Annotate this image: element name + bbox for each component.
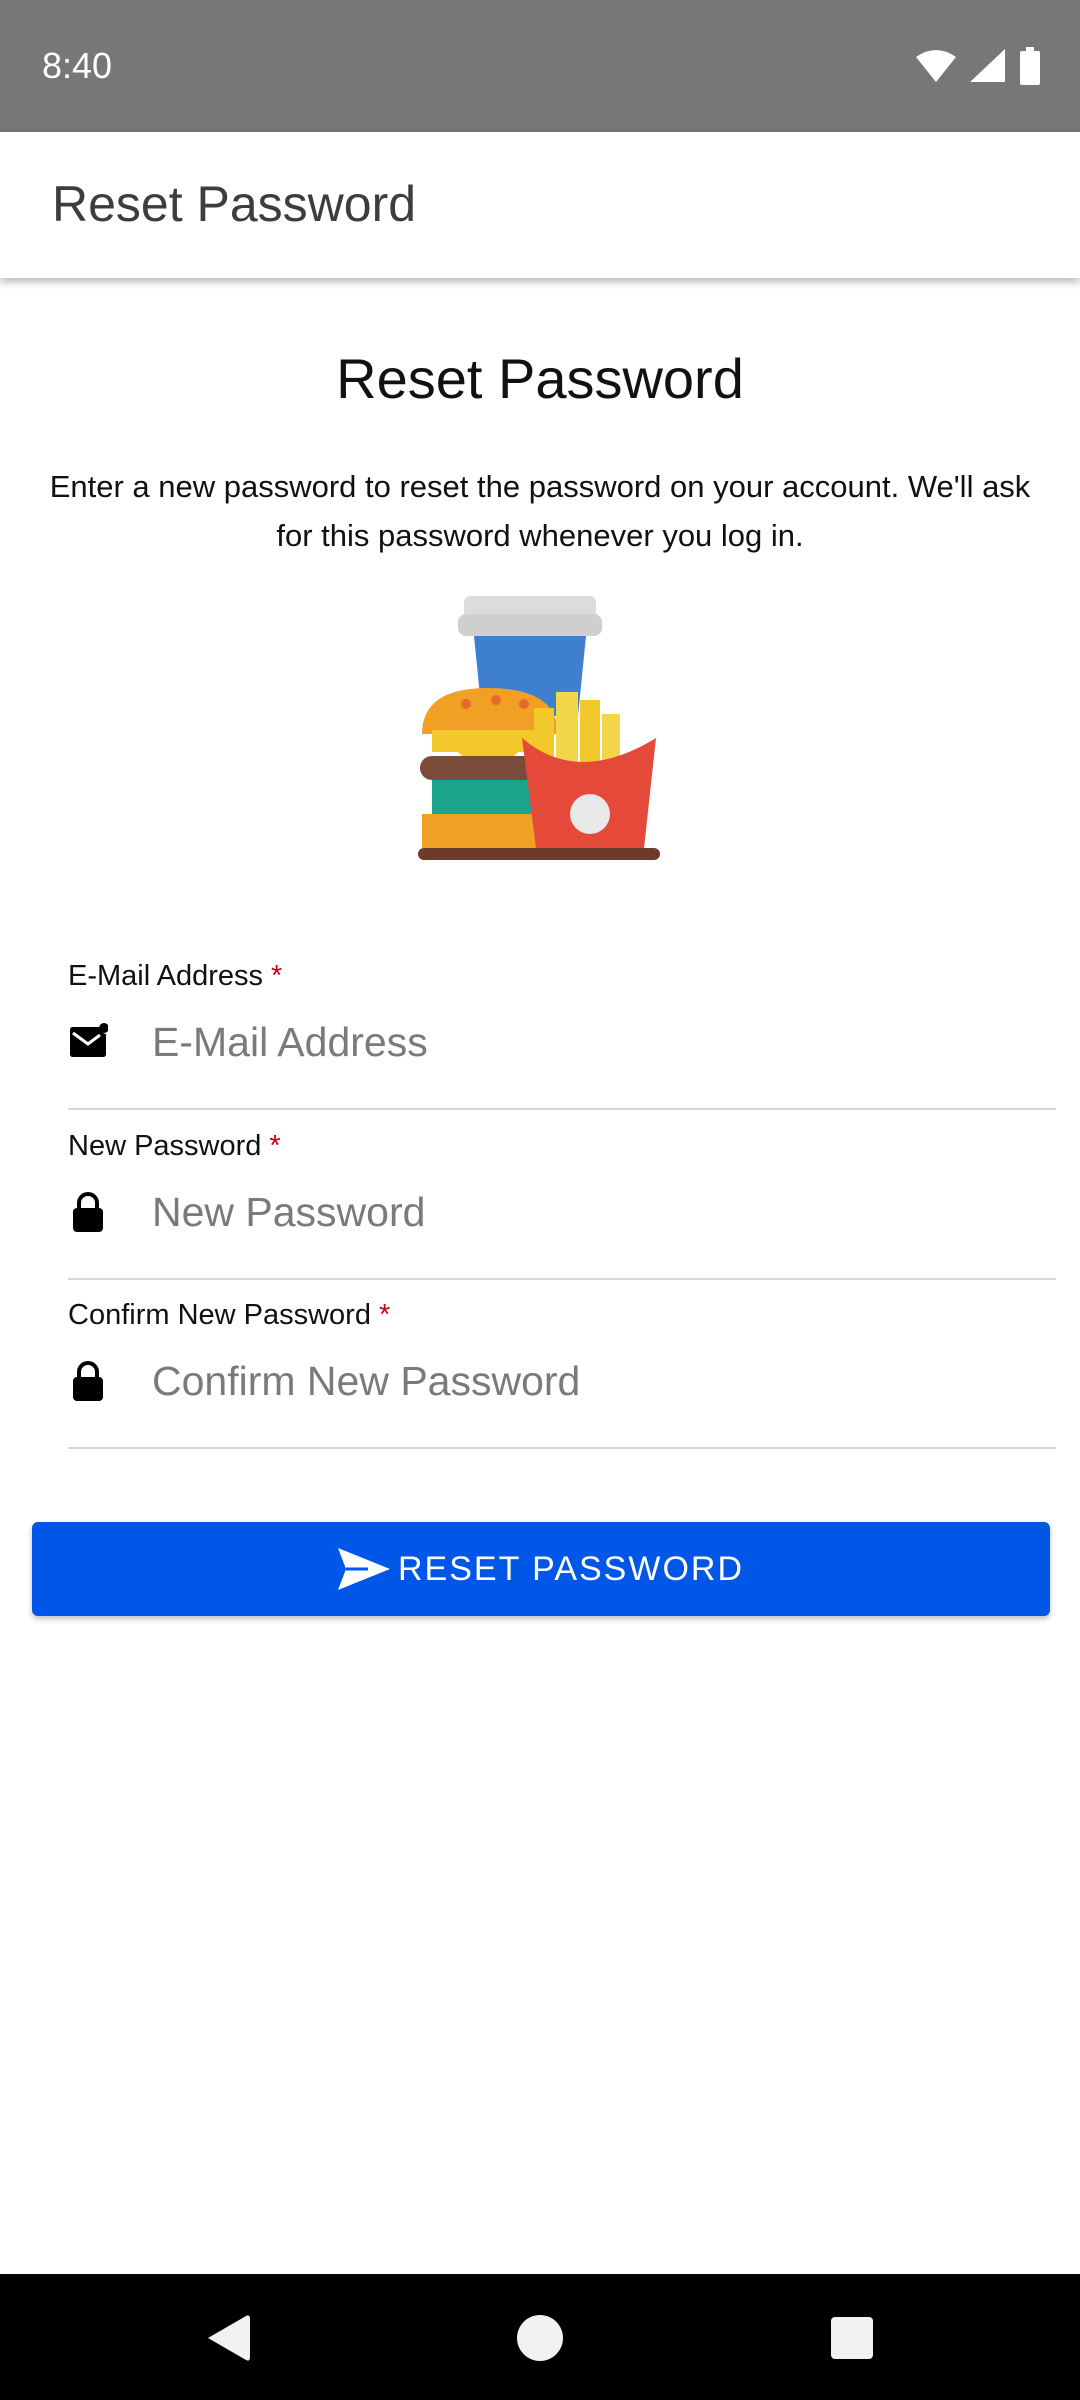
home-icon[interactable] — [514, 2312, 566, 2364]
page-description: Enter a new password to reset the passwo… — [49, 469, 1031, 553]
confirm-password-field: Confirm New Password * — [68, 1297, 1056, 1449]
new-password-label-text: New Password — [68, 1130, 262, 1162]
confirm-password-field-label: Confirm New Password * — [68, 1297, 390, 1333]
email-icon — [70, 1023, 108, 1057]
lock-icon — [73, 1192, 103, 1232]
battery-icon — [1020, 47, 1040, 85]
new-password-input[interactable] — [152, 1180, 1032, 1244]
lock-icon — [73, 1361, 103, 1401]
reset-password-button-label: RESET PASSWORD — [397, 1549, 745, 1588]
send-icon — [337, 1548, 390, 1590]
required-marker: * — [269, 1130, 281, 1162]
reset-password-button[interactable]: RESET PASSWORD — [32, 1522, 1050, 1616]
page-title: Reset Password — [336, 347, 744, 410]
email-field-label: E-Mail Address * — [68, 958, 282, 994]
required-marker: * — [271, 960, 283, 992]
required-marker: * — [378, 1299, 391, 1331]
email-field: E-Mail Address * — [68, 958, 1056, 1110]
status-time: 8:40 — [42, 45, 113, 86]
new-password-field: New Password * — [68, 1128, 1056, 1280]
system-nav-bar — [0, 2274, 1080, 2400]
back-icon[interactable] — [202, 2312, 254, 2364]
status-bar: 8:40 — [0, 0, 1080, 132]
email-label-text: E-Mail Address — [68, 960, 264, 992]
new-password-field-label: New Password * — [68, 1128, 281, 1164]
email-input[interactable] — [152, 1010, 1032, 1074]
confirm-password-label-text: Confirm New Password — [68, 1299, 371, 1331]
app-bar-title: Reset Password — [52, 176, 417, 232]
recents-icon[interactable] — [826, 2312, 878, 2364]
status-icons — [916, 46, 1040, 86]
wifi-icon — [916, 50, 956, 82]
app-bar: Reset Password — [0, 132, 1080, 278]
signal-icon — [970, 49, 1005, 82]
fast-food-illustration — [418, 596, 660, 860]
confirm-password-input[interactable] — [152, 1349, 1032, 1413]
